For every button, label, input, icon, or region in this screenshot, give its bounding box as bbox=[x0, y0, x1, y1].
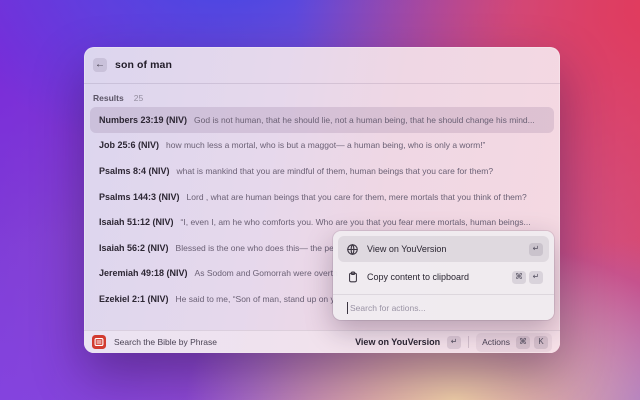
results-count: 25 bbox=[133, 93, 144, 103]
app-label: Search the Bible by Phrase bbox=[114, 337, 218, 347]
search-query[interactable]: son of man bbox=[115, 59, 172, 71]
verse-text: how much less a mortal, who is but a mag… bbox=[166, 140, 486, 151]
verse-reference: Psalms 144:3 (NIV) bbox=[99, 191, 180, 202]
menu-item-view-on-youversion[interactable]: View on YouVersion ↵ bbox=[338, 236, 549, 262]
back-button[interactable]: ← bbox=[93, 58, 107, 72]
command-key-badge: ⌘ bbox=[516, 335, 530, 349]
clipboard-icon bbox=[346, 271, 359, 284]
actions-popup: View on YouVersion ↵ Copy content to cli… bbox=[333, 231, 554, 320]
result-row[interactable]: Psalms 8:4 (NIV) what is mankind that yo… bbox=[90, 158, 554, 184]
verse-text: God is not human, that he should lie, no… bbox=[194, 114, 535, 125]
results-label: Results bbox=[93, 93, 124, 103]
menu-item-label: Copy content to clipboard bbox=[367, 272, 470, 282]
menu-item-shortcut: ↵ bbox=[529, 242, 543, 256]
result-row[interactable]: Psalms 144:3 (NIV) Lord , what are human… bbox=[90, 184, 554, 210]
verse-text: what is mankind that you are mindful of … bbox=[176, 165, 494, 176]
verse-reference: Psalms 8:4 (NIV) bbox=[99, 165, 170, 176]
bible-app-icon bbox=[92, 335, 106, 349]
return-key-badge: ↵ bbox=[529, 242, 543, 256]
k-key-badge: K bbox=[534, 335, 548, 349]
primary-action-button[interactable]: View on YouVersion bbox=[355, 337, 440, 347]
verse-text: As Sodom and Gomorrah were overth bbox=[194, 268, 338, 279]
verse-reference: Jeremiah 49:18 (NIV) bbox=[99, 268, 188, 279]
verse-text: Blessed is the one who does this— the pe bbox=[175, 242, 334, 253]
desktop-background: ← son of man Results 25 Numbers 23:19 (N… bbox=[0, 0, 640, 400]
footer-bar: Search the Bible by Phrase View on YouVe… bbox=[84, 330, 560, 353]
menu-item-copy-content[interactable]: Copy content to clipboard ⌘ ↵ bbox=[338, 264, 549, 290]
return-key-badge: ↵ bbox=[529, 270, 543, 284]
results-header: Results 25 bbox=[84, 84, 560, 107]
verse-text: Lord , what are human beings that you ca… bbox=[186, 191, 527, 202]
verse-reference: Ezekiel 2:1 (NIV) bbox=[99, 293, 169, 304]
command-key-badge: ⌘ bbox=[512, 270, 526, 284]
launcher-window: ← son of man Results 25 Numbers 23:19 (N… bbox=[84, 47, 560, 353]
result-row-selected[interactable]: Numbers 23:19 (NIV) God is not human, th… bbox=[90, 107, 554, 133]
menu-item-shortcut: ⌘ ↵ bbox=[512, 270, 543, 284]
action-search-placeholder: Search for actions... bbox=[350, 302, 426, 313]
globe-icon bbox=[346, 243, 359, 256]
result-row[interactable]: Job 25:6 (NIV) how much less a mortal, w… bbox=[90, 133, 554, 159]
verse-text: “I, even I, am he who comforts you. Who … bbox=[180, 217, 531, 228]
menu-item-label: View on YouVersion bbox=[367, 244, 447, 254]
search-header: ← son of man bbox=[84, 47, 560, 84]
verse-reference: Numbers 23:19 (NIV) bbox=[99, 114, 188, 125]
verse-reference: Isaiah 51:12 (NIV) bbox=[99, 217, 174, 228]
action-search-input[interactable]: Search for actions... bbox=[338, 295, 549, 320]
back-arrow-icon: ← bbox=[95, 59, 105, 70]
actions-button[interactable]: Actions ⌘ K bbox=[476, 332, 552, 352]
footer-divider bbox=[468, 336, 470, 348]
verse-reference: Isaiah 56:2 (NIV) bbox=[99, 242, 169, 253]
return-key-badge: ↵ bbox=[447, 335, 462, 349]
verse-reference: Job 25:6 (NIV) bbox=[99, 140, 160, 151]
actions-label: Actions bbox=[482, 337, 510, 347]
verse-text: He said to me, “Son of man, stand up on … bbox=[175, 293, 335, 304]
text-cursor bbox=[347, 301, 348, 314]
